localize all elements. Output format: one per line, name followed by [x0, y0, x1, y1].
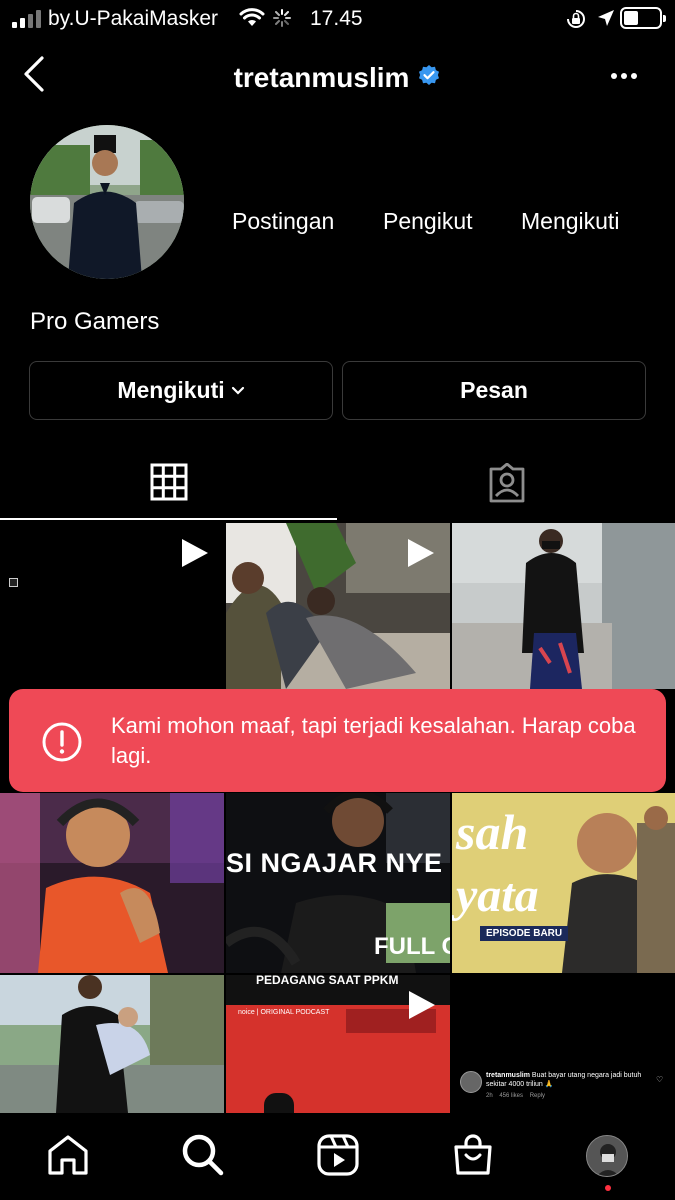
carrier-name: by.U-PakaiMasker	[48, 7, 218, 30]
bottom-navigation	[0, 1113, 675, 1200]
loading-spinner-icon	[273, 9, 291, 27]
post-caption-text: SI NGAJAR NYE	[226, 848, 443, 878]
wifi-icon	[239, 8, 265, 26]
profile-display-name: Pro Gamers	[30, 308, 160, 335]
following-button[interactable]: Mengikuti	[29, 361, 333, 420]
tab-posts-grid[interactable]	[0, 460, 337, 522]
following-button-label: Mengikuti	[117, 377, 225, 403]
search-icon[interactable]	[181, 1133, 225, 1177]
post-thumbnail[interactable]: tretanmuslim Buat bayar utang negara jad…	[452, 975, 675, 1113]
verified-badge-icon	[419, 64, 440, 85]
chevron-down-icon	[231, 386, 244, 395]
cellular-signal-icon	[12, 10, 42, 28]
message-button[interactable]: Pesan	[342, 361, 646, 420]
error-alert-icon	[42, 722, 82, 762]
post-thumbnail[interactable]	[0, 793, 224, 973]
post-thumbnail[interactable]	[226, 523, 450, 689]
notification-dot	[605, 1185, 611, 1191]
post-thumbnail[interactable]: PEDAGANG SAAT PPKM noice | ORIGINAL PODC…	[226, 975, 450, 1113]
posts-grid: SI NGAJAR NYE FULL GE sah yata EPISODE B…	[0, 523, 675, 1113]
rotation-lock-icon	[567, 10, 585, 28]
heart-icon: ♡	[656, 1075, 664, 1084]
reel-play-icon	[182, 539, 208, 567]
shop-icon[interactable]	[451, 1133, 495, 1177]
post-caption-text: FULL GE	[374, 933, 450, 960]
post-caption-text: PEDAGANG SAAT PPKM	[256, 975, 399, 987]
error-toast[interactable]: Kami mohon maaf, tapi terjadi kesalahan.…	[9, 689, 666, 792]
post-thumbnail[interactable]: sah yata EPISODE BARU	[452, 793, 675, 973]
location-arrow-icon	[598, 10, 614, 26]
tagged-person-icon	[489, 463, 524, 503]
username-text: tretanmuslim	[233, 61, 410, 93]
reel-play-icon	[408, 539, 434, 567]
reels-icon[interactable]	[316, 1133, 360, 1177]
tab-tagged[interactable]	[338, 460, 675, 522]
home-icon[interactable]	[46, 1133, 90, 1177]
more-options-icon[interactable]	[610, 72, 638, 80]
profile-avatar[interactable]	[30, 125, 184, 279]
active-tab-indicator	[0, 518, 337, 520]
reel-play-icon	[409, 991, 435, 1019]
message-button-label: Pesan	[460, 377, 528, 403]
grid-icon	[150, 463, 187, 501]
error-toast-message: Kami mohon maaf, tapi terjadi kesalahan.…	[111, 713, 636, 768]
post-thumbnail[interactable]	[0, 975, 224, 1113]
post-caption-text: yata	[456, 869, 539, 922]
tweet-meta: 2h 456 likes Reply	[486, 1093, 546, 1099]
post-brand-text: noice | ORIGINAL PODCAST	[238, 1009, 330, 1016]
stat-posts-label[interactable]: Postingan	[232, 208, 334, 235]
post-thumbnail[interactable]	[0, 523, 224, 689]
post-badge: EPISODE BARU	[480, 926, 569, 941]
profile-username-header: tretanmuslim	[0, 60, 675, 94]
post-thumbnail[interactable]: SI NGAJAR NYE FULL GE	[226, 793, 450, 973]
clock-time: 17.45	[310, 7, 363, 30]
profile-nav-avatar[interactable]	[586, 1135, 628, 1177]
post-caption-text: sah	[456, 804, 529, 860]
stat-following-label[interactable]: Mengikuti	[521, 208, 619, 235]
post-thumbnail[interactable]	[452, 523, 675, 689]
status-bar: by.U-PakaiMasker 17.45	[0, 0, 675, 38]
stat-followers-label[interactable]: Pengikut	[383, 208, 473, 235]
battery-icon	[620, 7, 666, 29]
tweet-username: tretanmuslim	[486, 1072, 530, 1079]
